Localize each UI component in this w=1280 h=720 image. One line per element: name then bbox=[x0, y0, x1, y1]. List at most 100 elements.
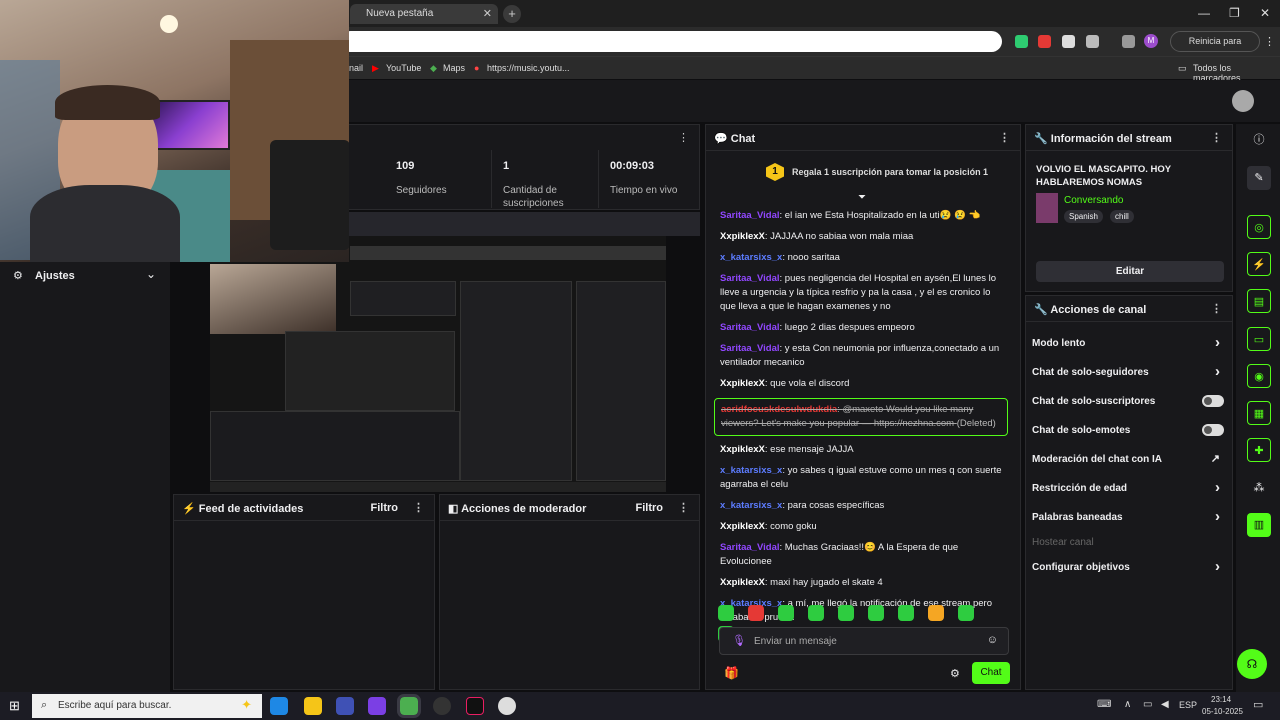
channel-action-row[interactable]: Palabras baneadas › bbox=[1026, 503, 1232, 532]
tag-badge[interactable]: chill bbox=[1110, 210, 1134, 223]
chat-username[interactable]: Saritaa_Vidal bbox=[720, 343, 780, 354]
lightning-icon[interactable]: ⚡ bbox=[1247, 252, 1271, 276]
chat-message[interactable]: XxpiklexX: que vola el discord bbox=[706, 377, 1016, 391]
channel-action-row[interactable]: Chat de solo-emotes bbox=[1026, 416, 1232, 445]
chat-icon[interactable]: ▭ bbox=[1247, 327, 1271, 351]
store-icon[interactable] bbox=[336, 697, 354, 715]
settings-label[interactable]: Ajustes bbox=[35, 270, 75, 282]
info-icon[interactable]: ⓘ bbox=[1247, 128, 1271, 152]
tag-badge[interactable]: Spanish bbox=[1064, 210, 1103, 223]
chat-message[interactable]: Saritaa_Vidal: el ian we Esta Hospitaliz… bbox=[706, 209, 1016, 223]
toggle-switch[interactable] bbox=[1202, 424, 1224, 436]
document-icon[interactable]: ▤ bbox=[1247, 289, 1271, 313]
pencil-icon[interactable]: ✎ bbox=[1247, 166, 1271, 190]
chat-message[interactable]: XxpiklexX: como goku bbox=[706, 520, 1016, 534]
chat-username[interactable]: Saritaa_Vidal bbox=[720, 542, 780, 553]
more-options-icon[interactable]: ⋮ bbox=[678, 501, 689, 514]
more-options-icon[interactable]: ⋮ bbox=[1211, 302, 1222, 315]
edit-button[interactable]: Editar bbox=[1036, 261, 1224, 282]
expand-icon[interactable]: ⏷ bbox=[858, 192, 866, 203]
channel-action-row[interactable]: Moderación del chat con IA ↗ bbox=[1026, 445, 1232, 474]
chevron-up-icon[interactable]: ∧ bbox=[1124, 699, 1131, 710]
chevron-down-icon[interactable]: ⌄ bbox=[146, 267, 156, 281]
obs-icon[interactable] bbox=[433, 697, 451, 715]
chrome-icon[interactable] bbox=[397, 694, 421, 718]
chat-username[interactable]: acridfocuskdesulwdukdia bbox=[721, 404, 837, 415]
windows-start-icon[interactable]: ⊞ bbox=[9, 698, 20, 714]
notifications-icon[interactable]: ▭ bbox=[1253, 698, 1263, 711]
bookmark-maps[interactable]: Maps bbox=[443, 63, 465, 73]
new-tab-button[interactable]: + bbox=[503, 5, 521, 23]
browser-tab[interactable]: Nueva pestaña ✕ bbox=[350, 4, 498, 24]
volume-icon[interactable]: ◀ bbox=[1161, 699, 1169, 710]
bookmark-gmail[interactable]: nail bbox=[349, 63, 363, 73]
chat-username[interactable]: Saritaa_Vidal bbox=[720, 273, 780, 284]
shield-extension-icon[interactable] bbox=[1015, 35, 1028, 48]
chat-username[interactable]: XxpiklexX bbox=[720, 378, 765, 389]
extension-icon[interactable] bbox=[1062, 35, 1075, 48]
channel-action-row[interactable]: Configurar objetivos › bbox=[1026, 553, 1232, 582]
send-chat-button[interactable]: Chat bbox=[972, 662, 1010, 684]
chat-message[interactable]: x_katarsixs_x: nooo saritaa bbox=[706, 251, 1016, 265]
file-explorer-icon[interactable] bbox=[304, 697, 322, 715]
wrench-icon[interactable]: ✚ bbox=[1247, 438, 1271, 462]
gift-icon[interactable]: 🎁 bbox=[724, 666, 739, 680]
more-options-icon[interactable]: ⋮ bbox=[999, 131, 1010, 144]
extension-icon[interactable] bbox=[1038, 35, 1051, 48]
stream-preview[interactable] bbox=[210, 236, 666, 492]
tiktok-icon[interactable] bbox=[466, 697, 484, 715]
emote-icon[interactable] bbox=[748, 605, 764, 621]
broadcast-icon[interactable]: ◉ bbox=[1247, 364, 1271, 388]
address-bar[interactable] bbox=[340, 31, 1002, 52]
help-icon[interactable]: ☊ bbox=[1237, 649, 1267, 679]
chat-message[interactable]: Saritaa_Vidal: luego 2 dias despues empe… bbox=[706, 321, 1016, 335]
chat-message[interactable]: Saritaa_Vidal: y esta Con neumonia por i… bbox=[706, 342, 1016, 370]
media-icon[interactable] bbox=[1122, 35, 1135, 48]
filter-button[interactable]: Filtro bbox=[636, 502, 664, 514]
category-label[interactable]: Conversando bbox=[1064, 195, 1123, 206]
pinned-text[interactable]: Regala 1 suscripción para tomar la posic… bbox=[792, 167, 988, 177]
channel-action-row[interactable]: Chat de solo-seguidores › bbox=[1026, 358, 1232, 387]
more-options-icon[interactable]: ⋮ bbox=[1211, 131, 1222, 144]
restore-icon[interactable]: ❐ bbox=[1229, 6, 1240, 20]
profile-avatar[interactable]: M bbox=[1144, 34, 1158, 48]
bookmark-music[interactable]: https://music.youtu... bbox=[487, 63, 570, 73]
clapperboard-icon[interactable]: ▥ bbox=[1247, 513, 1271, 537]
chat-username[interactable]: XxpiklexX bbox=[720, 231, 765, 242]
bookmark-youtube[interactable]: YouTube bbox=[386, 63, 421, 73]
gear-icon[interactable]: ⚙ bbox=[950, 667, 960, 680]
filter-button[interactable]: Filtro bbox=[371, 502, 399, 514]
network-icon[interactable]: ▭ bbox=[1143, 699, 1152, 710]
group-icon[interactable]: ⁂ bbox=[1247, 476, 1271, 500]
minimize-icon[interactable]: — bbox=[1198, 6, 1210, 20]
chat-username[interactable]: Saritaa_Vidal bbox=[720, 322, 780, 333]
emote-icon[interactable] bbox=[958, 605, 974, 621]
user-avatar[interactable] bbox=[1232, 90, 1254, 112]
puzzle-icon[interactable] bbox=[1086, 35, 1099, 48]
chat-username[interactable]: XxpiklexX bbox=[720, 444, 765, 455]
emote-icon[interactable] bbox=[718, 605, 734, 621]
menu-icon[interactable]: ⋮ bbox=[1264, 35, 1275, 48]
more-options-icon[interactable]: ⋮ bbox=[413, 501, 424, 514]
app-icon[interactable] bbox=[368, 697, 386, 715]
channel-action-row[interactable]: Restricción de edad › bbox=[1026, 474, 1232, 503]
emote-icon[interactable] bbox=[838, 605, 854, 621]
emote-icon[interactable] bbox=[868, 605, 884, 621]
more-options-icon[interactable]: ⋮ bbox=[678, 131, 689, 144]
clock-time[interactable]: 23:14 bbox=[1211, 695, 1231, 704]
close-window-icon[interactable]: ✕ bbox=[1260, 6, 1270, 20]
chat-username[interactable]: XxpiklexX bbox=[720, 521, 765, 532]
chat-message[interactable]: Saritaa_Vidal: pues negligencia del Hosp… bbox=[706, 272, 1016, 314]
taskbar-search[interactable]: ⌕ Escribe aquí para buscar. ✦ bbox=[32, 694, 262, 718]
microphone-icon[interactable]: 🎙 bbox=[732, 634, 746, 647]
chat-message[interactable]: x_katarsixs_x: yo sabes q igual estuve c… bbox=[706, 464, 1016, 492]
app-icon[interactable] bbox=[498, 697, 516, 715]
layers-icon[interactable]: ▦ bbox=[1247, 401, 1271, 425]
chat-username[interactable]: Saritaa_Vidal bbox=[720, 210, 780, 221]
chat-message[interactable]: x_katarsixs_x: para cosas específicas bbox=[706, 499, 1016, 513]
chat-message[interactable]: XxpiklexX: maxi hay jugado el skate 4 bbox=[706, 576, 1016, 590]
emote-icon[interactable] bbox=[778, 605, 794, 621]
chat-username[interactable]: x_katarsixs_x bbox=[720, 500, 782, 511]
toggle-switch[interactable] bbox=[1202, 395, 1224, 407]
chat-message[interactable]: XxpiklexX: ese mensaje JAJJA bbox=[706, 443, 1016, 457]
